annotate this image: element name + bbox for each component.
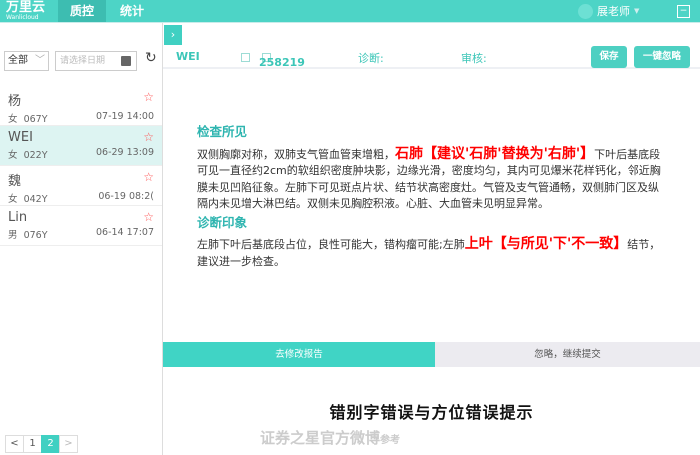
star-icon[interactable]: ☆ <box>143 90 154 104</box>
patient-sex: 女 <box>8 150 18 161</box>
refresh-icon[interactable]: ↻ <box>145 50 157 66</box>
findings-text: 双侧胸廓对称，双肺支气管血管束增粗，石肺【建议'石肺'替换为'右肺'】下叶后基底… <box>197 146 667 213</box>
ignore-submit-button[interactable]: 忽略，继续提交 <box>435 342 700 367</box>
patient-time: 06-19 08:2( <box>98 191 154 202</box>
copy-icon[interactable] <box>238 50 250 63</box>
nav-statistics[interactable]: 统计 <box>108 0 156 22</box>
patient-age: 076Y <box>23 230 48 241</box>
impression-title: 诊断印象 <box>197 214 248 230</box>
patient-age: 022Y <box>23 150 48 161</box>
filter-value: 全部 <box>8 55 28 66</box>
pagination: < 1 2 > <box>5 435 78 453</box>
watermark: 证券之星官方微博参考 <box>260 427 400 448</box>
impression-text: 左肺下叶后基底段占位，良性可能大，错构瘤可能;左肺上叶【与所见'下'不一致】结节… <box>197 236 667 270</box>
expand-sidebar-button[interactable]: › <box>164 25 182 45</box>
save-button[interactable]: 保存 <box>591 46 627 68</box>
patient-name: WEI <box>176 50 200 63</box>
page-1-button[interactable]: 1 <box>23 435 42 453</box>
review-label: 审核: <box>461 52 487 65</box>
star-icon[interactable]: ☆ <box>143 130 154 144</box>
patient-name: 魏 <box>8 174 22 189</box>
chevron-down-icon: ▼ <box>634 7 640 15</box>
watermark-suffix: 参考 <box>380 435 401 446</box>
patient-id-text: 258219 <box>259 56 305 69</box>
error-highlight[interactable]: 上叶【与所见'下'不一致】 <box>465 236 628 252</box>
prev-page-button[interactable]: < <box>5 435 24 453</box>
ignore-all-button[interactable]: 一键忽略 <box>634 46 690 68</box>
user-avatar-icon <box>578 3 593 19</box>
patient-sidebar: 全部 ﹀ 请选择日期 ↻ 杨 ☆ 女 067Y 07-19 14:00 WEI ☆ 女 02… <box>0 23 163 455</box>
patient-age: 042Y <box>23 194 48 205</box>
calendar-icon <box>121 56 131 66</box>
patient-item[interactable]: WEI ☆ 女 022Y 06-29 13:09 <box>0 126 162 166</box>
error-highlight[interactable]: 石肺【建议'石肺'替换为'右肺'】 <box>395 146 594 162</box>
patient-name: Lin <box>8 210 28 225</box>
modify-report-button[interactable]: 去修改报告 <box>163 342 435 367</box>
user-name: 展老师 <box>597 5 630 18</box>
patient-id: 258219 <box>259 50 305 69</box>
patient-name: WEI <box>8 130 33 145</box>
report-content: 检查所见 双侧胸廓对称，双肺支气管血管束增粗，石肺【建议'石肺'替换为'右肺'】… <box>197 124 667 270</box>
impression-part: 左肺下叶后基底段占位，良性可能大，错构瘤可能;左肺 <box>197 238 465 251</box>
patient-item[interactable]: 杨 ☆ 女 067Y 07-19 14:00 <box>0 86 162 126</box>
star-icon[interactable]: ☆ <box>143 210 154 224</box>
logo-subtext: Wanlicloud <box>6 14 39 21</box>
patient-time: 06-29 13:09 <box>95 147 154 158</box>
top-header: 万里云 Wanlicloud 质控 统计 展老师 ▼ − <box>0 0 700 23</box>
watermark-text: 证券之星官方微博 <box>260 429 381 447</box>
nav-quality-control[interactable]: 质控 <box>58 0 107 22</box>
logo-text: 万里云 <box>6 0 46 15</box>
patient-item[interactable]: 魏 ☆ 女 042Y 06-19 08:2( <box>0 166 162 206</box>
patient-sex: 女 <box>8 114 18 125</box>
patient-sex: 男 <box>8 230 18 241</box>
date-input[interactable]: 请选择日期 <box>55 51 137 71</box>
logo: 万里云 Wanlicloud <box>6 1 45 21</box>
patient-sex: 女 <box>8 194 18 205</box>
patient-time: 06-14 17:07 <box>95 227 154 238</box>
findings-title: 检查所见 <box>197 124 248 139</box>
findings-part: 双侧胸廓对称，双肺支气管血管束增粗， <box>197 147 395 161</box>
filter-select[interactable]: 全部 ﹀ <box>4 51 49 71</box>
date-placeholder: 请选择日期 <box>60 56 106 66</box>
user-menu[interactable]: 展老师 ▼ <box>578 3 639 19</box>
minimize-icon[interactable]: − <box>677 5 690 18</box>
patient-item[interactable]: Lin ☆ 男 076Y 06-14 17:07 <box>0 206 162 246</box>
patient-name: 杨 <box>8 94 22 109</box>
caption: 错别字错误与方位错误提示 <box>329 403 534 422</box>
patient-age: 067Y <box>23 114 48 125</box>
star-icon[interactable]: ☆ <box>143 170 154 184</box>
chevron-down-icon: ﹀ <box>35 55 45 66</box>
next-page-button[interactable]: > <box>59 435 78 453</box>
patient-time: 07-19 14:00 <box>95 111 154 122</box>
page-2-button[interactable]: 2 <box>41 435 60 453</box>
diagnosis-label: 诊断: <box>358 52 384 65</box>
